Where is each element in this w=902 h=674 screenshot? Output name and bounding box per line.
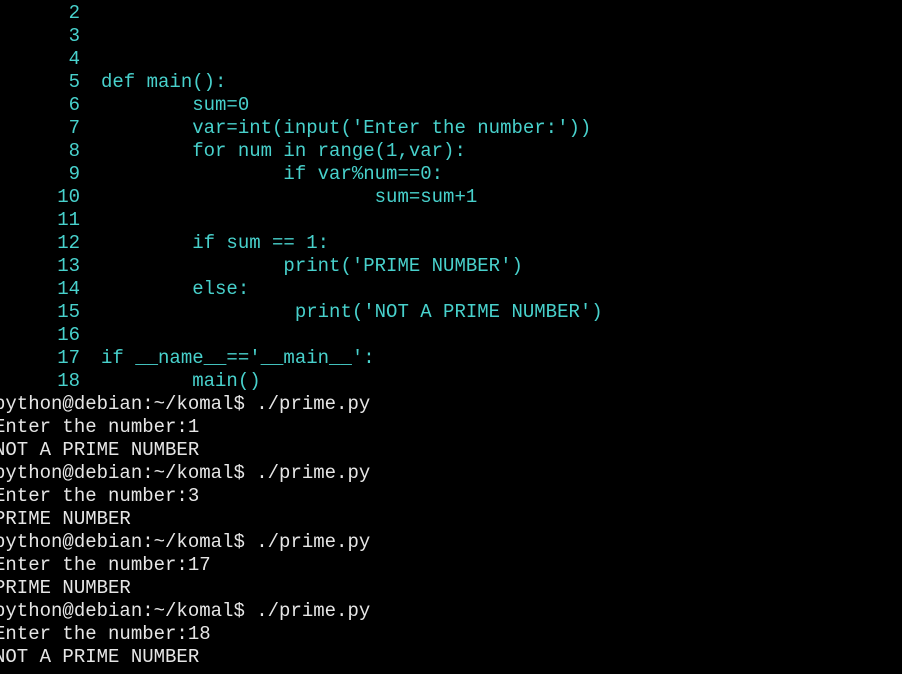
line-number: 16 — [57, 324, 80, 346]
terminal-window[interactable]: 2 3 4 5 def main(): 6 sum=0 7 var=int(inp… — [0, 2, 902, 674]
active-prompt-line[interactable] — [0, 669, 902, 674]
output-line: PRIME NUMBER — [0, 577, 131, 599]
code-line: 18 main() — [0, 370, 902, 393]
line-number: 9 — [68, 163, 80, 185]
line-number: 14 — [57, 278, 80, 300]
code-line: 7 var=int(input('Enter the number:')) — [0, 117, 902, 140]
output-line: Enter the number:3 — [0, 485, 200, 507]
code-text: main() — [101, 370, 261, 392]
code-text: if sum == 1: — [101, 232, 330, 254]
code-line: 8 for num in range(1,var): — [0, 140, 902, 163]
shell-prompt-line: python@debian:~/komal$ ./prime.py — [0, 600, 371, 622]
line-number: 4 — [68, 48, 80, 70]
line-number: 17 — [57, 347, 80, 369]
output-line: NOT A PRIME NUMBER — [0, 646, 200, 668]
code-text: if __name__=='__main__': — [101, 347, 375, 369]
code-line: 13 print('PRIME NUMBER') — [0, 255, 902, 278]
shell-output: python@debian:~/komal$ ./prime.py Enter … — [0, 393, 902, 674]
line-number: 13 — [57, 255, 80, 277]
code-line: 3 — [0, 25, 902, 48]
code-text: if var%num==0: — [101, 163, 444, 185]
code-text: print('PRIME NUMBER') — [101, 255, 523, 277]
code-line: 5 def main(): — [0, 71, 902, 94]
output-line: PRIME NUMBER — [0, 508, 131, 530]
line-number: 5 — [68, 71, 80, 93]
output-line: Enter the number:17 — [0, 554, 211, 576]
line-number: 2 — [68, 2, 80, 24]
code-line: 11 — [0, 209, 902, 232]
code-line: 12 if sum == 1: — [0, 232, 902, 255]
shell-prompt-line: python@debian:~/komal$ ./prime.py — [0, 462, 371, 484]
code-line: 10 sum=sum+1 — [0, 186, 902, 209]
line-number: 8 — [68, 140, 80, 162]
code-text: sum=0 — [101, 94, 250, 116]
line-number: 12 — [57, 232, 80, 254]
shell-prompt-line: python@debian:~/komal$ ./prime.py — [0, 393, 371, 415]
code-text: else: — [101, 278, 250, 300]
line-number: 10 — [57, 186, 80, 208]
code-line: 2 — [0, 2, 902, 25]
output-line: Enter the number:1 — [0, 416, 200, 438]
code-text: var=int(input('Enter the number:')) — [101, 117, 592, 139]
line-number: 15 — [57, 301, 80, 323]
code-text: sum=sum+1 — [101, 186, 478, 208]
code-line: 15 print('NOT A PRIME NUMBER') — [0, 301, 902, 324]
code-text: for num in range(1,var): — [101, 140, 466, 162]
output-line: Enter the number:18 — [0, 623, 211, 645]
code-line: 17 if __name__=='__main__': — [0, 347, 902, 370]
code-line: 14 else: — [0, 278, 902, 301]
shell-prompt-line: python@debian:~/komal$ ./prime.py — [0, 531, 371, 553]
line-number: 7 — [68, 117, 80, 139]
line-number: 18 — [57, 370, 80, 392]
code-line: 4 — [0, 48, 902, 71]
code-text: print('NOT A PRIME NUMBER') — [101, 301, 603, 323]
code-line: 6 sum=0 — [0, 94, 902, 117]
code-text: def main(): — [101, 71, 227, 93]
code-line: 16 — [0, 324, 902, 347]
line-number: 3 — [68, 25, 80, 47]
output-line: NOT A PRIME NUMBER — [0, 439, 200, 461]
code-listing: 2 3 4 5 def main(): 6 sum=0 7 var=int(inp… — [0, 2, 902, 393]
line-number: 6 — [68, 94, 80, 116]
line-number: 11 — [57, 209, 80, 231]
code-line: 9 if var%num==0: — [0, 163, 902, 186]
